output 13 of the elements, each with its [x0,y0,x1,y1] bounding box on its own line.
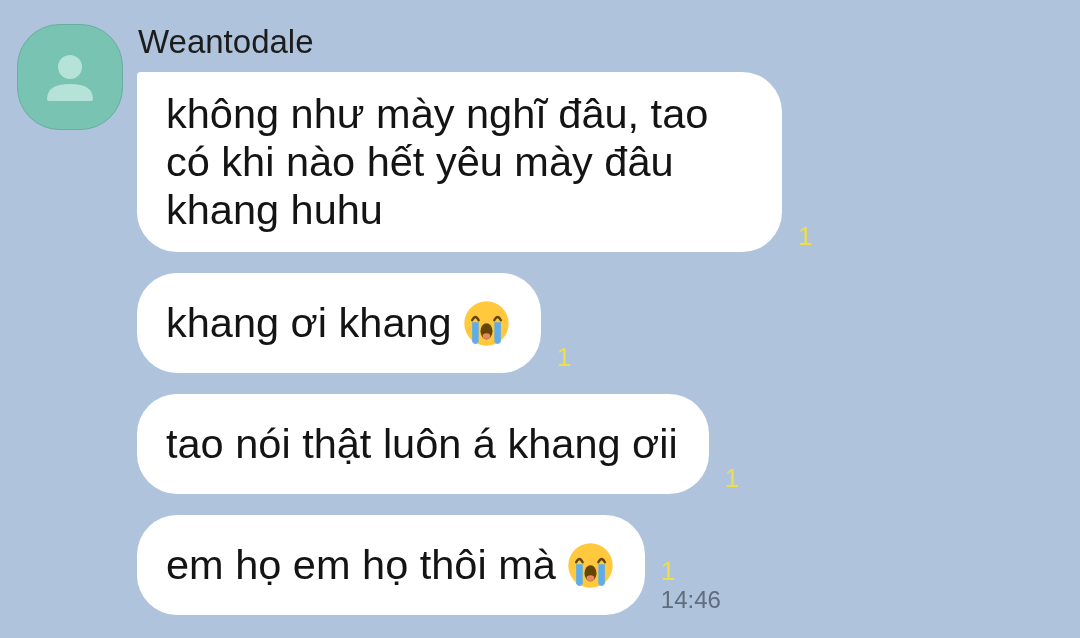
avatar-icon[interactable] [17,24,123,130]
read-count: 1 [660,556,676,586]
message-text: khang ơi khang [166,299,452,347]
read-count: 1 [556,342,572,372]
timestamp: 14:46 [660,586,721,614]
sender-name: Weantodale [138,23,314,61]
read-count: 1 [798,221,813,251]
message-text: tao nói thật luôn á khang ơii [166,420,678,468]
message-text: em họ em họ thôi mà [166,541,556,589]
crying-face-icon [566,541,614,589]
read-count: 1 [724,463,740,493]
message-text: không như mày nghĩ đâu, tao có khi nào hết yêu mày đâu khang huhu [166,90,710,234]
crying-face-icon [462,299,510,347]
